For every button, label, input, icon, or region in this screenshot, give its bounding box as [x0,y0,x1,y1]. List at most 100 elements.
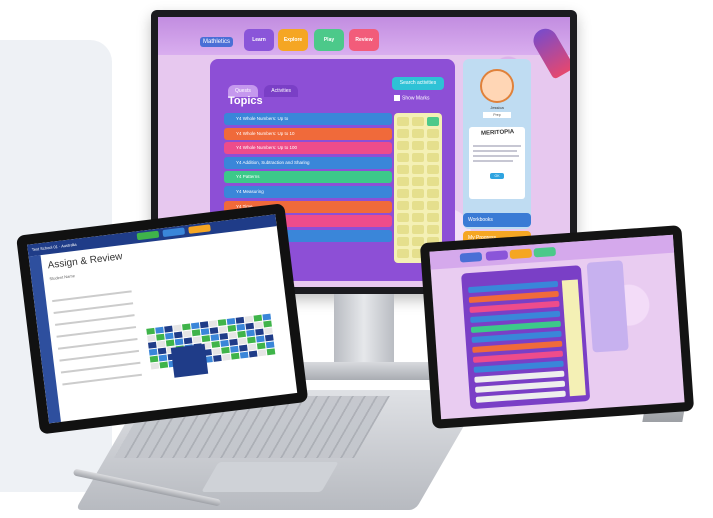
result-cell[interactable] [165,332,174,340]
tablet-logo[interactable] [459,252,483,263]
result-cell[interactable] [229,338,238,346]
nav-learn-button[interactable]: Learn [244,29,274,51]
result-cell[interactable] [164,325,173,333]
nav-review-button[interactable]: Review [349,29,379,51]
result-cell[interactable] [266,348,276,356]
result-cell[interactable] [248,350,258,358]
nav-explore-button[interactable]: Explore [278,29,308,51]
topic-row[interactable]: Y4 Measuring [224,185,392,198]
result-cell[interactable] [174,338,184,346]
topic-row[interactable]: Y4 Whole Numbers: Up to [224,113,392,125]
result-cell[interactable] [257,349,267,357]
result-cell[interactable] [150,362,160,370]
result-cell[interactable] [209,327,219,335]
result-cell[interactable] [244,315,254,323]
result-cell[interactable] [239,344,248,352]
score-cell [412,129,424,138]
result-cell[interactable] [230,345,239,353]
result-cell[interactable] [208,320,218,328]
result-cell[interactable] [264,327,273,335]
table-row [52,290,132,303]
result-cell[interactable] [246,329,255,337]
result-cell[interactable] [191,329,201,337]
result-cell[interactable] [255,328,264,336]
result-cell[interactable] [159,361,169,369]
topic-row[interactable]: Y4 Whole Numbers: Up to 100 [224,142,392,155]
result-cell[interactable] [199,321,209,329]
result-cell[interactable] [200,328,210,336]
result-cell[interactable] [222,353,231,361]
result-cell[interactable] [254,321,264,329]
result-cell[interactable] [201,335,211,343]
result-cell[interactable] [211,341,221,348]
result-cell[interactable] [239,351,249,359]
workbooks-button[interactable]: Workbooks [463,213,531,227]
tablet-nav-button[interactable] [509,248,533,260]
result-cell[interactable] [227,324,237,332]
result-cell[interactable] [156,333,165,341]
result-cell[interactable] [228,331,238,339]
score-cell [427,201,439,210]
result-cell[interactable] [155,326,164,334]
meritopia-title: MERITOPIA [480,129,515,137]
result-cell[interactable] [147,341,157,349]
result-cell[interactable] [183,337,193,345]
result-cell[interactable] [182,330,192,338]
text-line [473,155,519,157]
result-cell[interactable] [262,313,272,321]
result-cell[interactable] [213,354,222,362]
result-cell[interactable] [238,337,247,345]
result-cell[interactable] [245,322,255,330]
result-cell[interactable] [263,320,272,328]
result-cell[interactable] [247,343,257,351]
result-cell[interactable] [165,339,175,347]
result-cell[interactable] [212,347,221,355]
topic-row[interactable]: Y4 Addition, Subtraction and Sharing [224,156,392,169]
result-cell[interactable] [147,334,156,342]
result-cell[interactable] [157,347,167,355]
result-cell[interactable] [219,332,229,340]
result-cell[interactable] [149,355,159,363]
result-cell[interactable] [182,323,191,331]
result-cell[interactable] [190,322,200,330]
tablet-nav-button[interactable] [533,246,557,258]
result-cell[interactable] [264,334,274,342]
result-cell[interactable] [226,317,236,325]
result-cell[interactable] [217,319,227,326]
year-select[interactable]: Prep [483,112,511,118]
app-logo[interactable]: Mathletics [200,37,234,47]
result-cell[interactable] [235,316,245,324]
result-cell[interactable] [236,323,246,331]
checkbox-icon[interactable] [394,95,400,101]
result-cell[interactable] [256,335,265,343]
result-cell[interactable] [218,326,228,333]
result-cell[interactable] [256,342,266,350]
result-cell[interactable] [173,324,182,332]
search-activities-button[interactable]: Search activities [392,77,444,90]
avatar[interactable] [480,69,514,103]
result-cell[interactable] [253,314,263,322]
nav-play-button[interactable]: Play [314,29,344,51]
result-cell[interactable] [192,336,202,344]
tablet-topic-row[interactable] [475,390,566,403]
ok-button[interactable]: OK [490,173,504,179]
assign-popup[interactable] [170,343,209,378]
show-marks-toggle[interactable]: Show Marks [394,95,430,101]
topic-row[interactable]: Y4 Patterns [224,171,392,184]
result-cell[interactable] [230,352,240,360]
result-cell[interactable] [156,340,166,348]
result-cell[interactable] [247,336,256,344]
topic-row[interactable]: Y4 Whole Numbers: Up to 10 [224,127,392,140]
result-cell[interactable] [265,341,275,349]
result-cell[interactable] [221,346,230,354]
result-cell[interactable] [148,348,158,356]
result-cell[interactable] [237,330,246,338]
result-cell[interactable] [173,331,183,339]
result-cell[interactable] [158,354,168,362]
result-cell[interactable] [146,327,155,335]
result-cell[interactable] [210,334,220,341]
result-cell[interactable] [220,339,229,347]
tab-activities[interactable]: Activities [264,85,299,97]
tablet-nav-button[interactable] [485,250,509,261]
score-cell [427,213,439,222]
